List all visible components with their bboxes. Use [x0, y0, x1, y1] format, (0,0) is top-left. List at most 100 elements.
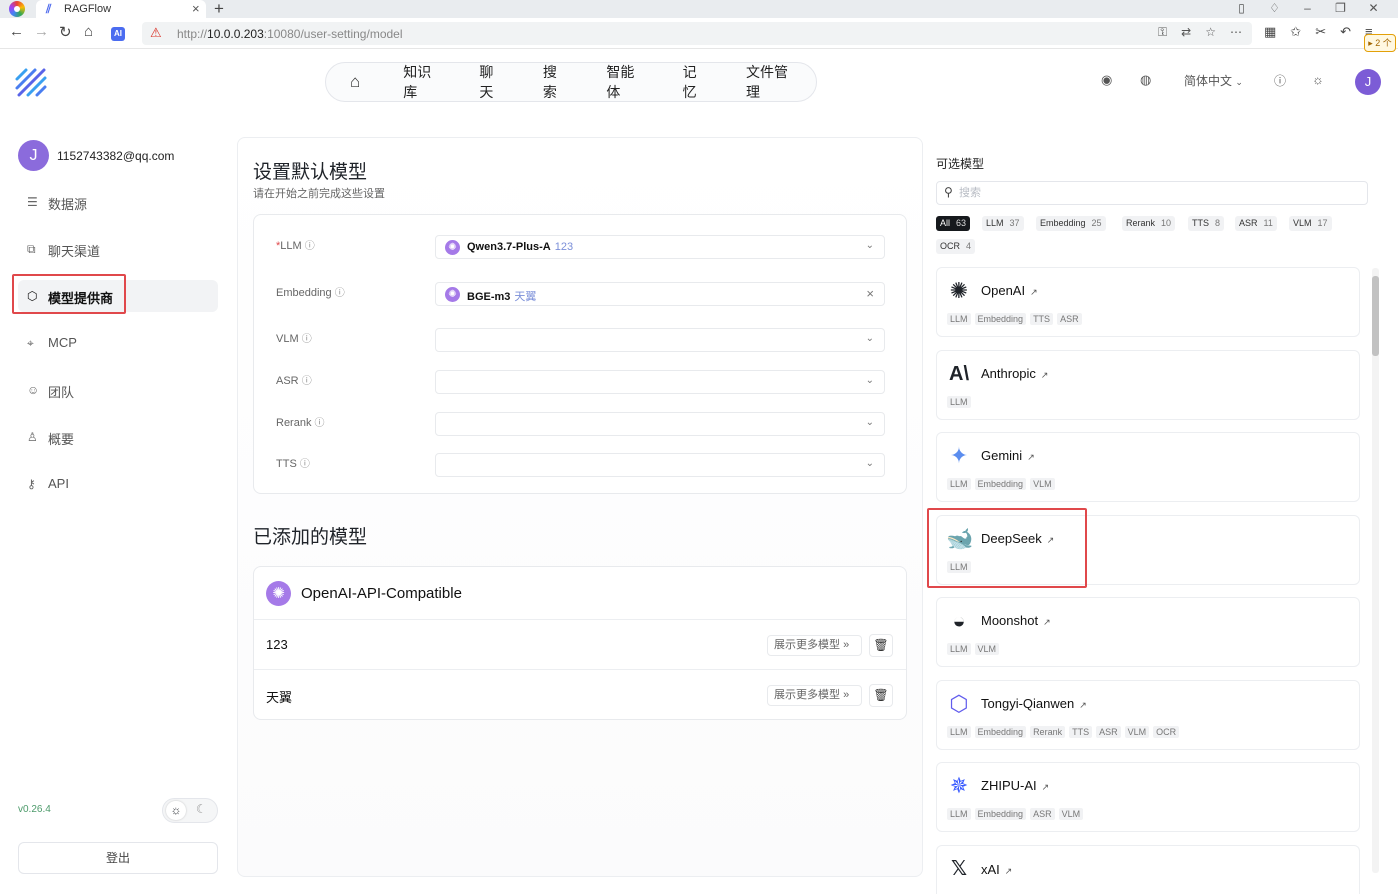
filter-chip-ocr[interactable]: OCR 4 [936, 239, 976, 254]
forward-icon[interactable]: → [34, 23, 49, 40]
filter-chip-llm[interactable]: LLM 37 [982, 216, 1024, 231]
discord-icon[interactable]: ◉ [1101, 72, 1112, 88]
shirt-icon[interactable]: ♢ [1258, 0, 1291, 18]
theme-sun-icon[interactable]: ☼ [1312, 72, 1324, 87]
chevron-down-icon[interactable]: ⌄ [866, 375, 874, 386]
tab-title: RAGFlow [64, 3, 112, 15]
apps-grid-icon[interactable]: ▦ [1264, 24, 1276, 40]
clear-icon[interactable]: × [866, 286, 874, 301]
help-circle-icon[interactable]: ⓘ [305, 241, 315, 252]
new-tab-icon[interactable]: + [214, 0, 224, 19]
provider-card-deepseek[interactable]: 🐋 DeepSeek ↗ LLM [936, 515, 1360, 585]
help-circle-icon[interactable]: ⓘ [315, 418, 325, 429]
trash-icon[interactable]: 🗑 [869, 684, 893, 707]
chevron-down-icon[interactable]: ⌄ [866, 458, 874, 469]
sidebar-item-chat-channel[interactable]: ⧉ 聊天渠道 [18, 233, 218, 265]
back-icon[interactable]: ← [9, 23, 24, 40]
nav-file-management[interactable]: 文件管理 [727, 62, 816, 102]
url-text: http://10.0.0.203:10080/user-setting/mod… [177, 27, 403, 41]
undo-icon[interactable]: ↶ [1340, 24, 1351, 40]
provider-card-gemini[interactable]: ✦ Gemini ↗ LLM Embedding VLM [936, 432, 1360, 502]
provider-name: Anthropic [981, 366, 1036, 381]
downloads-badge[interactable]: ▸ 2 个 [1364, 34, 1396, 52]
chevron-down-icon[interactable]: ⌄ [866, 333, 874, 344]
language-selector[interactable]: 简体中文 ⌄ [1184, 72, 1243, 89]
sidebar-item-api[interactable]: ⚷ API [18, 468, 218, 500]
help-circle-icon[interactable]: ⓘ [335, 288, 345, 299]
search-input[interactable] [959, 185, 1359, 201]
asr-select[interactable]: ⌄ [435, 370, 885, 394]
insecure-icon[interactable]: ⚠ [150, 25, 162, 41]
field-label-llm: *LLM ⓘ [276, 240, 315, 252]
scrollbar-thumb[interactable] [1372, 276, 1379, 356]
sidebar-item-team[interactable]: ☺ 团队 [18, 374, 218, 406]
filter-chip-vlm[interactable]: VLM 17 [1289, 216, 1332, 231]
ai-icon[interactable]: AI [111, 27, 125, 41]
tab-close-icon[interactable]: × [192, 1, 200, 16]
help-circle-icon[interactable]: ⓘ [302, 334, 312, 345]
provider-card-openai[interactable]: ✺ OpenAI ↗ LLM Embedding TTS ASR [936, 267, 1360, 337]
github-icon[interactable]: ◍ [1140, 72, 1151, 88]
address-bar[interactable]: ⚠ http://10.0.0.203:10080/user-setting/m… [142, 22, 1252, 45]
trash-icon[interactable]: 🗑 [869, 634, 893, 657]
filter-chip-embedding[interactable]: Embedding 25 [1036, 216, 1106, 231]
embedding-select[interactable]: ✺ BGE-m3 天翼 × [435, 282, 885, 306]
browser-logo-icon[interactable] [9, 1, 25, 17]
more-icon[interactable]: ⋯ [1230, 25, 1242, 40]
show-more-models-button[interactable]: 展示更多模型 » [767, 635, 862, 656]
theme-toggle[interactable]: ☼ ☾ [162, 798, 218, 823]
ragflow-logo-icon[interactable] [14, 67, 48, 97]
password-key-icon[interactable]: ⚿ [1158, 25, 1167, 40]
provider-card-tongyi-qianwen[interactable]: ⬡ Tongyi-Qianwen ↗ LLM Embedding Rerank T… [936, 680, 1360, 750]
chevron-down-icon[interactable]: ⌄ [866, 417, 874, 428]
browser-tab[interactable]: ⫽ RAGFlow × [36, 0, 206, 18]
help-circle-icon[interactable]: ⓘ [300, 459, 310, 470]
filter-chip-tts[interactable]: TTS 8 [1188, 216, 1225, 231]
window-close-icon[interactable]: ✕ [1357, 0, 1390, 18]
nav-agent[interactable]: 智能体 [587, 62, 663, 102]
chevron-down-icon[interactable]: ⌄ [866, 240, 874, 251]
provider-card-anthropic[interactable]: A\ Anthropic ↗ LLM [936, 350, 1360, 420]
field-label-tts: TTS ⓘ [276, 458, 310, 470]
show-more-models-button[interactable]: 展示更多模型 » [767, 685, 862, 706]
filter-chip-asr[interactable]: ASR 11 [1235, 216, 1277, 231]
provider-card-moonshot[interactable]: ◒ Moonshot ↗ LLM VLM [936, 597, 1360, 667]
reload-icon[interactable]: ↻ [59, 23, 72, 41]
llm-select[interactable]: ✺ Qwen3.7-Plus-A 123 ⌄ [435, 235, 885, 259]
sidebar-item-data-source[interactable]: ☰ 数据源 [18, 186, 218, 218]
tts-select[interactable]: ⌄ [435, 453, 885, 477]
moon-icon[interactable]: ☾ [196, 802, 207, 816]
restore-icon[interactable]: ❐ [1324, 0, 1357, 18]
filter-chip-all[interactable]: All 63 [936, 216, 971, 231]
nav-memory[interactable]: 记忆 [664, 62, 727, 102]
favorites-icon[interactable]: ✩ [1290, 24, 1301, 40]
vlm-select[interactable]: ⌄ [435, 328, 885, 352]
nav-knowledge-base[interactable]: 知识库 [384, 62, 460, 102]
help-icon[interactable]: ⓘ [1274, 72, 1286, 89]
nav-chat[interactable]: 聊天 [460, 62, 523, 102]
bookmark-star-icon[interactable]: ☆ [1205, 25, 1216, 40]
provider-card-xai[interactable]: 𝕏 xAI ↗ [936, 845, 1360, 894]
home-icon[interactable]: ⌂ [84, 23, 93, 40]
avatar[interactable]: J [1355, 69, 1381, 95]
nav-search[interactable]: 搜索 [524, 62, 587, 102]
sun-icon[interactable]: ☼ [166, 801, 186, 820]
tab-count-icon[interactable]: ▯ [1225, 0, 1258, 18]
provider-card-zhipu-ai[interactable]: ✵ ZHIPU-AI ↗ LLM Embedding ASR VLM [936, 762, 1360, 832]
default-models-form: *LLM ⓘ ✺ Qwen3.7-Plus-A 123 ⌄ Embedding ⓘ… [253, 214, 907, 494]
model-search[interactable]: ⚲ [936, 181, 1368, 205]
translate-icon[interactable]: ⇄ [1181, 25, 1191, 40]
minimize-icon[interactable]: – [1291, 0, 1324, 18]
scissors-icon[interactable]: ✂ [1315, 24, 1326, 40]
sidebar-item-model-provider[interactable]: ⬡ 模型提供商 [18, 280, 218, 312]
chevrons-down-icon: » [843, 689, 850, 701]
help-circle-icon[interactable]: ⓘ [302, 376, 312, 387]
nav-home-icon[interactable]: ⌂ [326, 72, 384, 92]
provider-list-scrollbar[interactable] [1372, 268, 1379, 873]
rerank-select[interactable]: ⌄ [435, 412, 885, 436]
sidebar-item-profile[interactable]: ♙ 概要 [18, 421, 218, 453]
tag: Embedding [974, 808, 1027, 820]
logout-button[interactable]: 登出 [18, 842, 218, 874]
filter-chip-rerank[interactable]: Rerank 10 [1122, 216, 1176, 231]
sidebar-item-mcp[interactable]: ⌖ MCP [18, 327, 218, 359]
